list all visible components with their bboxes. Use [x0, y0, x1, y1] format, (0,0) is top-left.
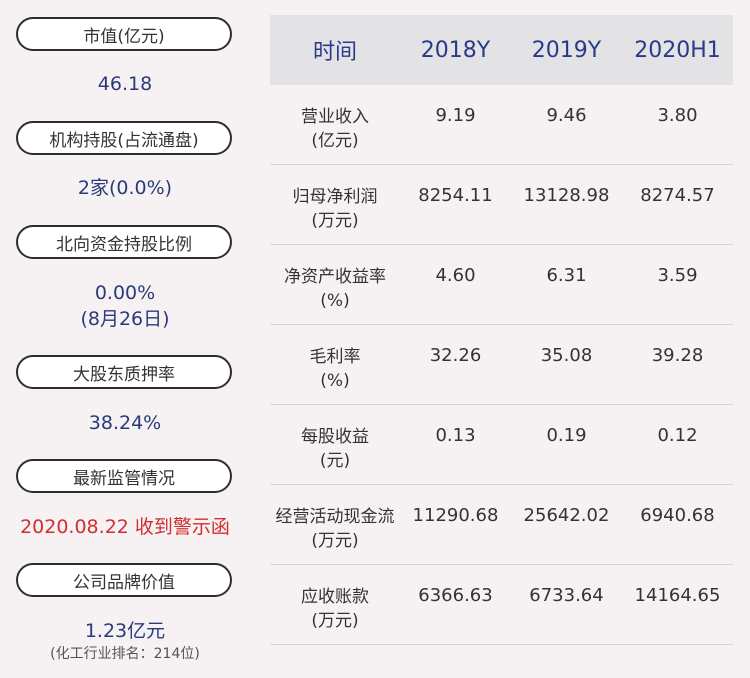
- metric-value-regulatory-status: 2020.08.22 收到警示函: [20, 516, 230, 538]
- metric-label-market-cap: 市值(亿元): [16, 17, 232, 51]
- table-row: 应收账款 (万元) 6366.63 6733.64 14164.65: [270, 565, 733, 645]
- table-cell: 6366.63: [418, 585, 493, 606]
- row-label-unit: (%): [320, 291, 350, 311]
- row-label-unit: (元): [319, 451, 351, 471]
- row-label-name: 毛利率: [309, 347, 361, 367]
- table-cell: 9.19: [435, 105, 476, 126]
- header-time: 时间: [312, 40, 357, 65]
- header-2019y: 2019Y: [531, 37, 602, 63]
- header-2020h1: 2020H1: [634, 37, 721, 63]
- table-cell: 6733.64: [529, 585, 604, 606]
- table-header: 时间 2018Y 2019Y 2020H1: [270, 15, 733, 85]
- table-row: 每股收益 (元) 0.13 0.19 0.12: [270, 405, 733, 485]
- row-label-name: 营业收入: [301, 107, 369, 127]
- metric-value-brand-value: 1.23亿元: [84, 620, 166, 642]
- row-label: 营业收入 (亿元): [270, 85, 400, 153]
- metric-note-brand-rank: (化工行业排名：214位): [50, 646, 200, 662]
- metric-value-pledge-ratio: 38.24%: [88, 412, 162, 434]
- row-label: 毛利率 (%): [270, 325, 400, 393]
- table-cell: 0.19: [546, 425, 587, 446]
- table-row: 毛利率 (%) 32.26 35.08 39.28: [270, 325, 733, 405]
- row-label-unit: (万元): [311, 531, 359, 551]
- row-label-name: 每股收益: [301, 427, 369, 447]
- table-cell: 13128.98: [523, 185, 610, 206]
- row-label-name: 归母净利润: [292, 187, 378, 207]
- metric-value-northbound-date: (8月26日): [80, 308, 170, 330]
- table-row: 归母净利润 (万元) 8254.11 13128.98 8274.57: [270, 165, 733, 245]
- row-label-name: 经营活动现金流: [275, 507, 395, 527]
- table-cell: 9.46: [546, 105, 587, 126]
- table-cell: 11290.68: [412, 505, 499, 526]
- table-cell: 14164.65: [634, 585, 721, 606]
- table-cell: 6940.68: [640, 505, 715, 526]
- table-cell: 4.60: [435, 265, 476, 286]
- table-cell: 32.26: [429, 345, 482, 366]
- metric-label-institutional-holding: 机构持股(占流通盘): [16, 121, 232, 155]
- metrics-panel: 市值(亿元) 46.18 机构持股(占流通盘) 2家(0.0%) 北向资金持股比…: [0, 0, 250, 678]
- row-label: 应收账款 (万元): [270, 565, 400, 633]
- row-label-unit: (%): [320, 371, 350, 391]
- table-cell: 0.13: [435, 425, 476, 446]
- metric-label-regulatory-status: 最新监管情况: [16, 459, 232, 493]
- row-label: 每股收益 (元): [270, 405, 400, 473]
- metric-label-brand-value: 公司品牌价值: [16, 563, 232, 597]
- metric-value-northbound-ratio: 0.00%: [94, 282, 156, 304]
- table-cell: 6.31: [546, 265, 587, 286]
- metric-value-institutional-holding: 2家(0.0%): [77, 177, 173, 199]
- row-label-name: 应收账款: [301, 587, 369, 607]
- row-label-unit: (万元): [311, 611, 359, 631]
- table-row: 营业收入 (亿元) 9.19 9.46 3.80: [270, 85, 733, 165]
- financial-table: 时间 2018Y 2019Y 2020H1 营业收入 (亿元) 9.19 9.4…: [270, 15, 733, 645]
- metric-label-pledge-ratio: 大股东质押率: [16, 355, 232, 389]
- table-cell: 8254.11: [418, 185, 493, 206]
- table-cell: 35.08: [540, 345, 593, 366]
- table-cell: 8274.57: [640, 185, 715, 206]
- metric-label-northbound-ratio: 北向资金持股比例: [16, 225, 232, 259]
- row-label: 净资产收益率 (%): [270, 245, 400, 313]
- table-cell: 25642.02: [523, 505, 610, 526]
- table-cell: 39.28: [651, 345, 704, 366]
- row-label-unit: (万元): [311, 211, 359, 231]
- row-label-unit: (亿元): [311, 131, 359, 151]
- metric-value-market-cap: 46.18: [97, 73, 153, 95]
- table-row: 经营活动现金流 (万元) 11290.68 25642.02 6940.68: [270, 485, 733, 565]
- header-2018y: 2018Y: [420, 37, 491, 63]
- table-cell: 3.59: [657, 265, 698, 286]
- table-row: 净资产收益率 (%) 4.60 6.31 3.59: [270, 245, 733, 325]
- row-label-name: 净资产收益率: [284, 267, 386, 287]
- row-label: 归母净利润 (万元): [270, 165, 400, 233]
- table-cell: 0.12: [657, 425, 698, 446]
- row-label: 经营活动现金流 (万元): [270, 485, 400, 553]
- table-cell: 3.80: [657, 105, 698, 126]
